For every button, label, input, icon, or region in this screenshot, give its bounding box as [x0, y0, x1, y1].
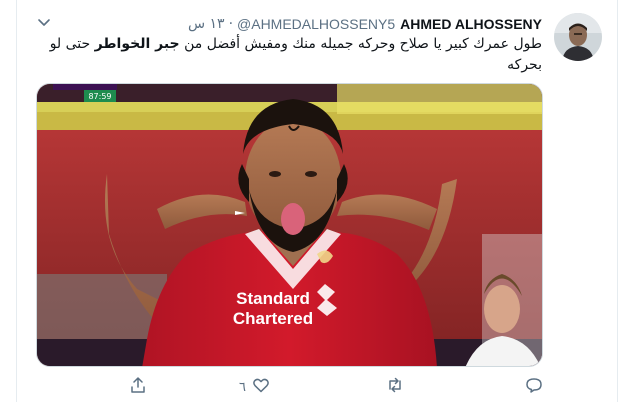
- scoreboard-time: 87:59: [88, 92, 111, 101]
- reply-icon: [525, 376, 543, 398]
- more-options-chevron-icon[interactable]: [35, 13, 53, 31]
- retweet-icon: [386, 376, 404, 398]
- like-count: ٦: [239, 379, 246, 395]
- author-handle[interactable]: @AHMEDALHOSSENY5: [237, 14, 395, 34]
- shirt-sponsor-line2: Chartered: [233, 309, 313, 328]
- tweet-text-bold: جبر الخواطر: [94, 36, 180, 52]
- tweet-text-part1: طول عمرك كبير يا صلاح وحركه جميله منك وم…: [179, 36, 542, 52]
- tweet-text: طول عمرك كبير يا صلاح وحركه جميله منك وم…: [42, 34, 542, 76]
- shirt-sponsor-line1: Standard: [236, 289, 310, 308]
- retweet-button[interactable]: [386, 374, 404, 400]
- heart-icon: [252, 376, 270, 398]
- share-icon: [129, 376, 147, 398]
- separator-dot: ·: [228, 16, 234, 32]
- tweet-header: AHMED ALHOSSENY @AHMEDALHOSSENY5 · ١٣ س: [188, 14, 542, 34]
- tweet-timestamp[interactable]: ١٣ س: [188, 14, 225, 34]
- author-name[interactable]: AHMED ALHOSSENY: [400, 14, 542, 34]
- like-button[interactable]: ٦: [239, 374, 270, 400]
- avatar[interactable]: [554, 13, 602, 61]
- tweet-card[interactable]: AHMED ALHOSSENY @AHMEDALHOSSENY5 · ١٣ س …: [16, 0, 618, 402]
- share-button[interactable]: [129, 374, 147, 400]
- tweet-actions: ٦: [17, 374, 619, 400]
- reply-button[interactable]: [525, 374, 543, 400]
- tweet-media-image[interactable]: 87:59 Standard Chartered: [36, 83, 543, 367]
